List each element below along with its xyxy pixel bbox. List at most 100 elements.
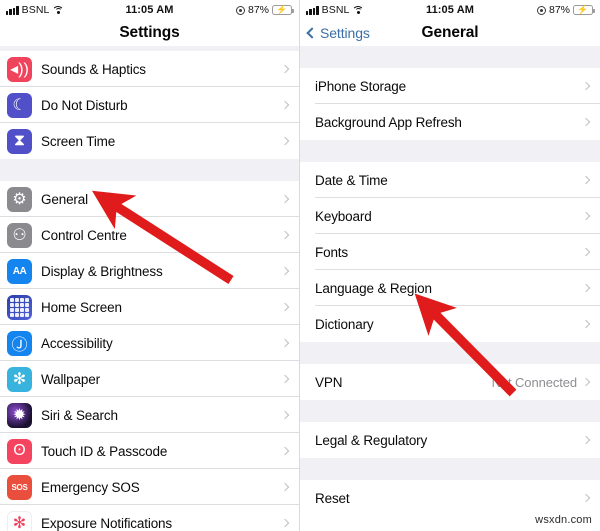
- back-button[interactable]: Settings: [306, 25, 370, 41]
- settings-row-label: Sounds & Haptics: [41, 61, 146, 77]
- section-gap: [300, 46, 600, 68]
- settings-row-label: Touch ID & Passcode: [41, 443, 168, 459]
- chevron-right-icon: [280, 446, 290, 456]
- general-row-label: Background App Refresh: [315, 114, 462, 130]
- chevron-right-icon: [280, 64, 290, 74]
- chevron-right-icon: [581, 319, 591, 329]
- settings-screen: BSNL 11:05 AM 87% ⚡ Settings ◂)) Sounds &…: [0, 0, 300, 531]
- watermark: wsxdn.com: [535, 514, 592, 526]
- general-row-reset[interactable]: Reset: [300, 480, 600, 516]
- settings-row-display-brightness[interactable]: AA Display & Brightness: [0, 253, 299, 289]
- chevron-right-icon: [280, 482, 290, 492]
- chevron-right-icon: [581, 435, 591, 445]
- page-title-general: General: [421, 24, 479, 41]
- general-row-background-app-refresh[interactable]: Background App Refresh: [300, 104, 600, 140]
- settings-row-sounds-haptics[interactable]: ◂)) Sounds & Haptics: [0, 51, 299, 87]
- general-row-iphone-storage[interactable]: iPhone Storage: [300, 68, 600, 104]
- page-title-settings: Settings: [119, 24, 180, 41]
- chevron-right-icon: [280, 410, 290, 420]
- settings-row-control-centre[interactable]: ⚇ Control Centre: [0, 217, 299, 253]
- settings-row-label: Siri & Search: [41, 407, 118, 423]
- toggles-icon: ⚇: [7, 222, 32, 248]
- chevron-left-icon: [306, 27, 318, 39]
- fingerprint-icon: ʘ: [7, 438, 32, 464]
- settings-row-home-screen[interactable]: Home Screen: [0, 289, 299, 325]
- chevron-right-icon: [280, 230, 290, 240]
- chevron-right-icon: [280, 266, 290, 276]
- hourglass-icon: ⧗: [7, 128, 32, 154]
- nav-bar-left: Settings: [0, 20, 299, 46]
- battery-charging-icon: ⚡: [272, 5, 294, 15]
- general-row-label: Legal & Regulatory: [315, 432, 428, 448]
- settings-row-label: Home Screen: [41, 299, 122, 315]
- settings-row-exposure-notifications[interactable]: ✻ Exposure Notifications: [0, 505, 299, 531]
- status-bar-right: BSNL 11:05 AM 87% ⚡: [300, 0, 600, 20]
- general-screen: BSNL 11:05 AM 87% ⚡ Settings General iPh…: [300, 0, 600, 531]
- clock-label: 11:05 AM: [425, 4, 475, 16]
- speaker-icon: ◂)): [7, 56, 32, 82]
- general-row-fonts[interactable]: Fonts: [300, 234, 600, 270]
- chevron-right-icon: [280, 518, 290, 528]
- settings-row-screen-time[interactable]: ⧗ Screen Time: [0, 123, 299, 159]
- chevron-right-icon: [581, 493, 591, 503]
- general-row-label: Reset: [315, 490, 350, 506]
- back-button-label: Settings: [320, 25, 370, 41]
- battery-charging-icon: ⚡: [573, 5, 595, 15]
- exposure-notifications-icon: ✻: [7, 510, 32, 531]
- settings-row-accessibility[interactable]: Ⓙ Accessibility: [0, 325, 299, 361]
- settings-row-label: Exposure Notifications: [41, 515, 173, 531]
- settings-row-emergency-sos[interactable]: SOS Emergency SOS: [0, 469, 299, 505]
- section-gap: [0, 159, 299, 181]
- chevron-right-icon: [581, 377, 591, 387]
- settings-row-siri-search[interactable]: ✹ Siri & Search: [0, 397, 299, 433]
- gear-icon: ⚙: [7, 186, 32, 212]
- accessibility-icon: Ⓙ: [7, 330, 32, 356]
- settings-row-label: Emergency SOS: [41, 479, 140, 495]
- settings-row-wallpaper[interactable]: ✻ Wallpaper: [0, 361, 299, 397]
- clock-label: 11:05 AM: [125, 4, 174, 16]
- settings-row-label: Accessibility: [41, 335, 113, 351]
- settings-row-touch-id-passcode[interactable]: ʘ Touch ID & Passcode: [0, 433, 299, 469]
- section-gap: [300, 342, 600, 364]
- section-gap: [300, 458, 600, 480]
- settings-row-label: Screen Time: [41, 133, 116, 149]
- flower-icon: ✻: [7, 366, 32, 392]
- chevron-right-icon: [581, 283, 591, 293]
- general-row-label: iPhone Storage: [315, 78, 406, 94]
- general-row-label: Dictionary: [315, 316, 374, 332]
- general-row-label: VPN: [315, 374, 343, 390]
- settings-list[interactable]: ◂)) Sounds & Haptics ☾ Do Not Disturb ⧗ Scree…: [0, 46, 299, 531]
- chevron-right-icon: [581, 81, 591, 91]
- chevron-right-icon: [581, 247, 591, 257]
- status-bar-left: BSNL 11:05 AM 87% ⚡: [0, 0, 299, 20]
- general-row-date-time[interactable]: Date & Time: [300, 162, 600, 198]
- general-row-label: Fonts: [315, 244, 349, 260]
- chevron-right-icon: [280, 374, 290, 384]
- settings-row-label: General: [41, 191, 88, 207]
- chevron-right-icon: [280, 302, 290, 312]
- general-row-label: Keyboard: [315, 208, 372, 224]
- general-row-language-region[interactable]: Language & Region: [300, 270, 600, 306]
- general-row-label: Language & Region: [315, 280, 432, 296]
- moon-icon: ☾: [7, 92, 32, 118]
- general-row-dictionary[interactable]: Dictionary: [300, 306, 600, 342]
- general-row-legal-regulatory[interactable]: Legal & Regulatory: [300, 422, 600, 458]
- settings-row-do-not-disturb[interactable]: ☾ Do Not Disturb: [0, 87, 299, 123]
- general-row-vpn[interactable]: VPN Not Connected: [300, 364, 600, 400]
- chevron-right-icon: [581, 175, 591, 185]
- chevron-right-icon: [280, 100, 290, 110]
- general-row-keyboard[interactable]: Keyboard: [300, 198, 600, 234]
- nav-bar-right: Settings General: [300, 20, 600, 46]
- general-row-label: Date & Time: [315, 172, 388, 188]
- chevron-right-icon: [581, 117, 591, 127]
- settings-row-label: Display & Brightness: [41, 263, 163, 279]
- section-gap: [300, 400, 600, 422]
- general-list[interactable]: iPhone Storage Background App Refresh Date…: [300, 46, 600, 516]
- settings-row-label: Do Not Disturb: [41, 97, 128, 113]
- settings-row-general[interactable]: ⚙ General: [0, 181, 299, 217]
- chevron-right-icon: [280, 136, 290, 146]
- settings-row-label: Wallpaper: [41, 371, 100, 387]
- section-gap: [300, 140, 600, 162]
- siri-icon: ✹: [7, 402, 32, 428]
- dual-screenshot-container: BSNL 11:05 AM 87% ⚡ Settings ◂)) Sounds &…: [0, 0, 600, 531]
